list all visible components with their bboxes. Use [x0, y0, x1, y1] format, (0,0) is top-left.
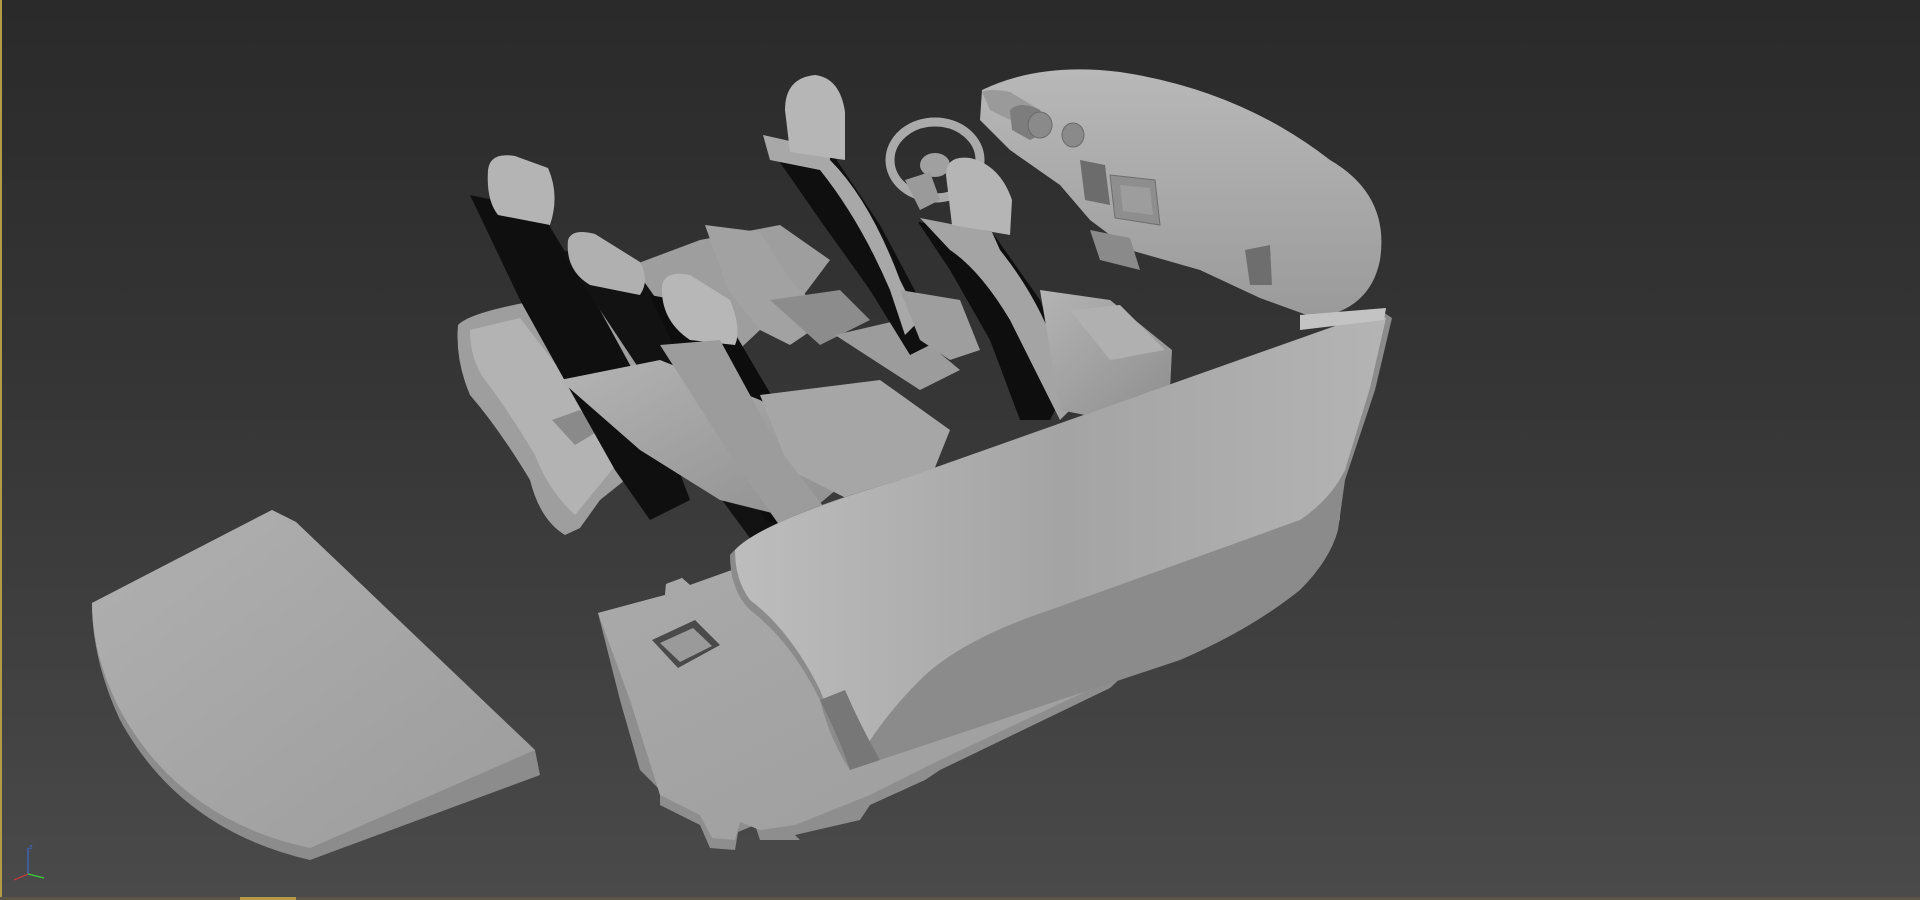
axis-gizmo: z [13, 843, 45, 881]
axis-x-line [13, 873, 29, 881]
axis-y-line [27, 873, 45, 879]
3d-viewport[interactable]: z [0, 0, 1920, 900]
axis-z-label: z [29, 843, 33, 851]
scene-render [92, 69, 1392, 860]
dashboard[interactable] [980, 69, 1382, 318]
viewport-border-left [0, 0, 2, 900]
rear-parcel-shelf[interactable] [92, 510, 540, 860]
